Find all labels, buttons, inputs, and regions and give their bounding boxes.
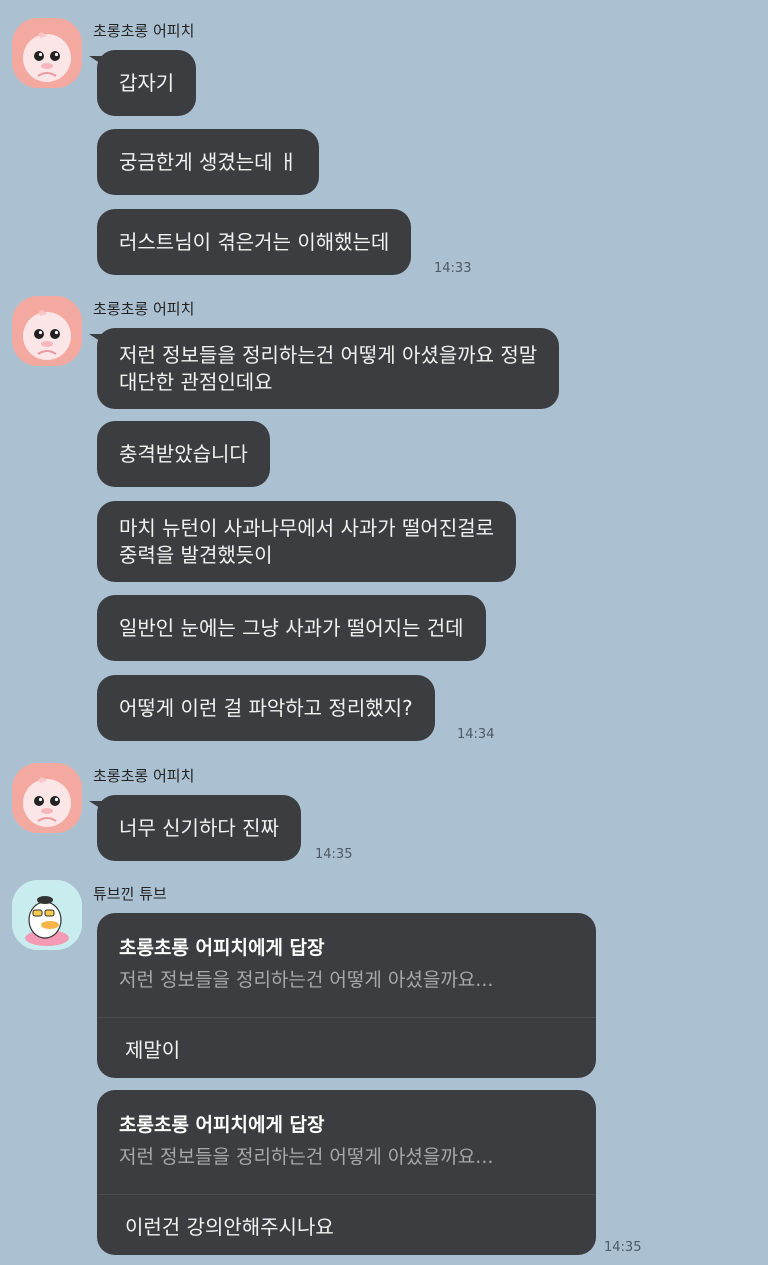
message-text: 이런건 강의안해주시나요: [125, 1214, 334, 1239]
message-bubble[interactable]: 마치 뉴턴이 사과나무에서 사과가 떨어진걸로 중력을 발견했듯이: [97, 501, 517, 582]
message-bubble[interactable]: 궁금한게 생겼는데 ㅐ: [97, 129, 320, 195]
message-text: 충격받았습니다: [119, 441, 248, 466]
message-bubble[interactable]: 너무 신기하다 진짜: [89, 795, 301, 861]
sender-avatar-apeach[interactable]: [12, 763, 82, 833]
message-bubble[interactable]: 갑자기: [88, 50, 197, 116]
message-text: 대단한 관점인데요: [119, 369, 273, 394]
message-text: 너무 신기하다 진짜: [119, 815, 279, 840]
sender-avatar-apeach[interactable]: [12, 18, 82, 88]
message-text: 저런 정보들을 정리하는건 어떻게 아셨을까요 정말: [119, 342, 538, 367]
tube-icon: [12, 880, 82, 950]
reply-quote-text: 저런 정보들을 정리하는건 어떻게 아셨을까요...: [119, 969, 494, 991]
apeach-icon: [12, 18, 82, 88]
sender-name: 초롱초롱 어피치: [93, 300, 195, 318]
message-timestamp: 14:34: [457, 727, 495, 742]
message-text: 러스트님이 겪은거는 이해했는데: [119, 229, 390, 254]
message-bubble[interactable]: 어떻게 이런 걸 파악하고 정리했지?: [97, 675, 435, 741]
message-text: 마치 뉴턴이 사과나무에서 사과가 떨어진걸로: [119, 515, 495, 540]
message-text: 갑자기: [119, 70, 175, 95]
message-bubble[interactable]: 충격받았습니다: [97, 421, 270, 487]
message-timestamp: 14:35: [604, 1240, 642, 1255]
message-text: 궁금한게 생겼는데 ㅐ: [119, 149, 298, 174]
message-text: 일반인 눈에는 그냥 사과가 떨어지는 건데: [119, 615, 464, 640]
reply-message-bubble[interactable]: 초롱초롱 어피치에게 답장 저런 정보들을 정리하는건 어떻게 아셨을까요...…: [97, 913, 596, 1078]
sender-avatar-tube[interactable]: [12, 880, 82, 950]
apeach-icon: [12, 296, 82, 366]
reply-quote-title: 초롱초롱 어피치에게 답장: [119, 937, 325, 959]
reply-message-bubble[interactable]: 초롱초롱 어피치에게 답장 저런 정보들을 정리하는건 어떻게 아셨을까요...…: [97, 1090, 596, 1255]
reply-quote[interactable]: 초롱초롱 어피치에게 답장 저런 정보들을 정리하는건 어떻게 아셨을까요...: [97, 1090, 596, 1195]
message-timestamp: 14:35: [315, 847, 353, 862]
message-text: 어떻게 이런 걸 파악하고 정리했지?: [119, 695, 413, 720]
message-timestamp: 14:33: [434, 261, 472, 276]
message-bubble[interactable]: 일반인 눈에는 그냥 사과가 떨어지는 건데: [97, 595, 486, 661]
sender-name: 튜브낀 튜브: [93, 885, 167, 903]
apeach-icon: [12, 763, 82, 833]
sender-avatar-apeach[interactable]: [12, 296, 82, 366]
message-bubble[interactable]: 러스트님이 겪은거는 이해했는데: [97, 209, 412, 275]
reply-quote[interactable]: 초롱초롱 어피치에게 답장 저런 정보들을 정리하는건 어떻게 아셨을까요...: [97, 913, 596, 1018]
message-text: 중력을 발견했듯이: [119, 542, 273, 567]
message-text: 제말이: [125, 1037, 181, 1062]
message-bubble[interactable]: 저런 정보들을 정리하는건 어떻게 아셨을까요 정말 대단한 관점인데요: [88, 328, 560, 409]
reply-quote-title: 초롱초롱 어피치에게 답장: [119, 1114, 325, 1136]
sender-name: 초롱초롱 어피치: [93, 767, 195, 785]
reply-quote-text: 저런 정보들을 정리하는건 어떻게 아셨을까요...: [119, 1146, 494, 1168]
sender-name: 초롱초롱 어피치: [93, 22, 195, 40]
